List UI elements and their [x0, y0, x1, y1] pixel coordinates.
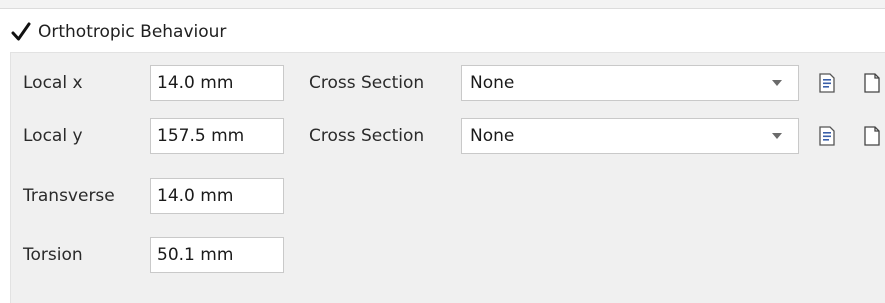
local-x-label: Local x	[23, 73, 83, 93]
edit-document-icon[interactable]	[818, 72, 836, 94]
row-local-x: Local x 14.0 mm Cross Section None	[11, 63, 885, 103]
transverse-label: Transverse	[23, 186, 115, 206]
cross-section-x-label: Cross Section	[309, 73, 425, 93]
cross-section-y-label: Cross Section	[309, 126, 425, 146]
top-strip	[0, 0, 885, 9]
orthotropic-behaviour-toggle[interactable]: Orthotropic Behaviour	[10, 18, 226, 46]
row-local-y: Local y 157.5 mm Cross Section None	[11, 116, 885, 156]
local-y-label: Local y	[23, 126, 83, 146]
transverse-input[interactable]: 14.0 mm	[150, 178, 284, 214]
cross-section-x-select[interactable]: None	[461, 65, 799, 101]
checkmark-icon[interactable]	[10, 21, 32, 43]
orthotropic-behaviour-label: Orthotropic Behaviour	[38, 22, 227, 42]
edit-document-icon[interactable]	[818, 125, 836, 147]
torsion-label: Torsion	[23, 245, 83, 265]
new-document-icon[interactable]	[863, 72, 881, 94]
chevron-down-icon[interactable]	[772, 133, 782, 139]
cross-section-y-value: None	[470, 126, 515, 146]
local-x-input[interactable]: 14.0 mm	[150, 65, 284, 101]
local-y-input[interactable]: 157.5 mm	[150, 118, 284, 154]
orthotropic-panel: Local x 14.0 mm Cross Section None Local…	[10, 52, 885, 303]
row-transverse: Transverse 14.0 mm	[11, 176, 311, 216]
new-document-icon[interactable]	[863, 125, 881, 147]
chevron-down-icon[interactable]	[772, 80, 782, 86]
torsion-input[interactable]: 50.1 mm	[150, 237, 284, 273]
cross-section-x-value: None	[470, 73, 515, 93]
cross-section-y-select[interactable]: None	[461, 118, 799, 154]
row-torsion: Torsion 50.1 mm	[11, 235, 311, 275]
